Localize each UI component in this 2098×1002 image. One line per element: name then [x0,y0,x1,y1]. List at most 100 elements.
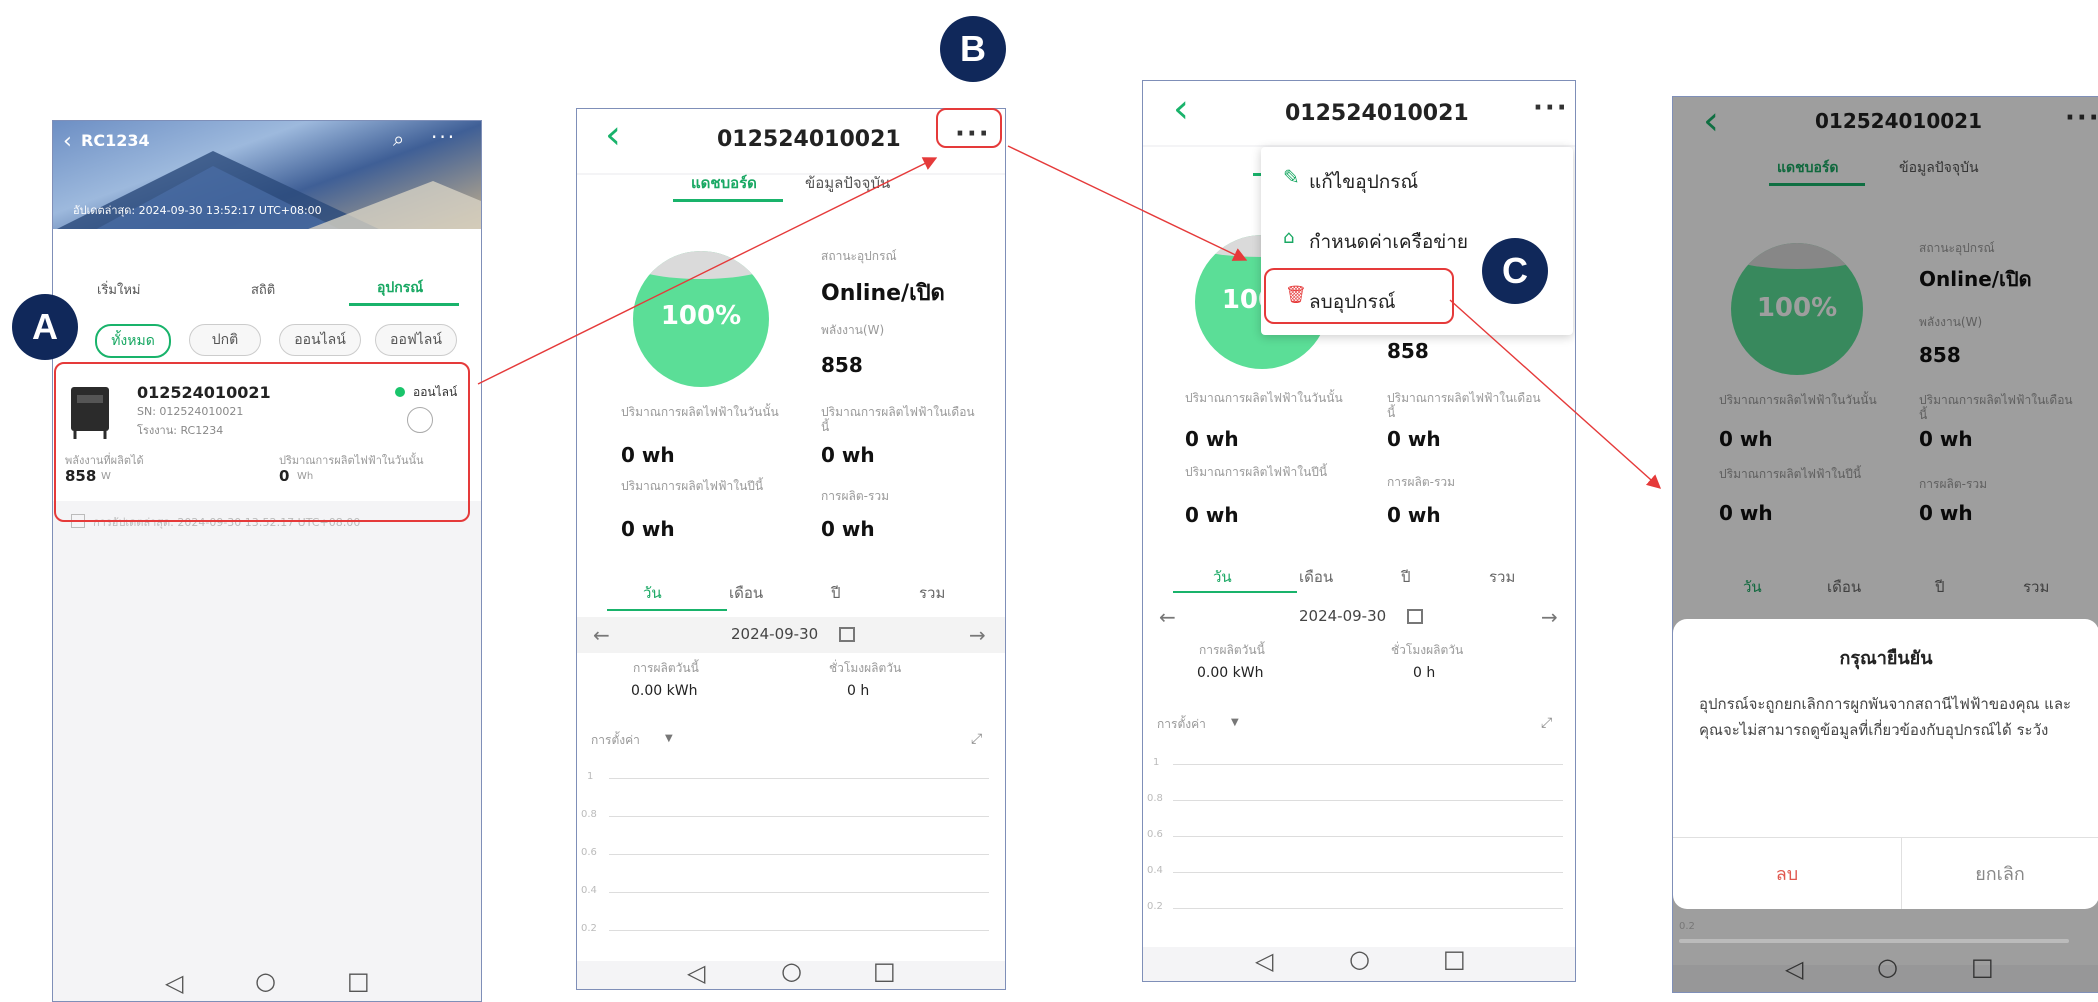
more-menu-button[interactable]: ··· [1533,95,1569,121]
fullscreen-icon[interactable]: ⤢ [1541,715,1552,731]
day-production-value: 0.00 kWh [631,683,698,699]
chevron-down-icon[interactable]: ▼ [1231,717,1239,728]
production-hours-label: ชั่วโมงผลิตวัน [829,661,902,675]
back-button[interactable]: ‹ [1173,89,1189,129]
year-label: ปริมาณการผลิตไฟฟ้าในปีนี้ [621,479,764,493]
nav-recents-icon[interactable]: □ [873,957,896,985]
tab-dashboard[interactable]: แดชบอร์ด [691,171,757,195]
period-tab-month[interactable]: เดือน [729,581,763,605]
year-value: 0 wh [621,517,675,541]
prev-date-arrow-icon[interactable]: ← [593,623,610,647]
gridline-04 [609,892,989,893]
y-tick-06: 0.6 [581,847,597,858]
status-label: สถานะอุปกรณ์ [821,249,897,263]
nav-recents-icon[interactable]: □ [1443,945,1466,973]
total-value: 0 wh [1387,503,1441,527]
period-tab-day[interactable]: วัน [643,581,662,605]
cancel-button[interactable]: ยกเลิก [1901,859,2098,888]
settings-dropdown[interactable]: การตั้งค่า [1157,717,1206,732]
nav-recents-icon[interactable]: □ [1971,953,1994,981]
period-tab-total[interactable]: รวม [1489,565,1515,589]
today-value: 0 wh [621,443,675,467]
power-label: พลังงาน(W) [821,323,885,337]
screen-plant-devices: ‹ RC1234 ⌕ ··· อัปเดตล่าสุด: 2024-09-30 … [52,120,482,1002]
today-label: ปริมาณการผลิตไฟฟ้าในวันนั้น [621,405,779,419]
calendar-icon[interactable] [1407,609,1423,624]
tab-current-data[interactable]: ข้อมูลปัจจุบัน [805,171,890,195]
status-gauge: 100% [633,251,769,387]
year-value: 0 wh [1185,503,1239,527]
nav-back-icon[interactable]: ◁ [1255,947,1273,975]
current-date[interactable]: 2024-09-30 [1299,607,1386,625]
gridline-1 [609,778,989,779]
nav-home-icon[interactable]: ○ [1877,953,1898,981]
period-tab-year[interactable]: ปี [1401,565,1411,589]
device-title: 012524010021 [717,127,901,152]
highlight-more-button [936,108,1002,148]
menu-item-edit-device[interactable]: แก้ไขอุปกรณ์ [1309,167,1418,197]
calendar-icon[interactable] [839,627,855,642]
filter-all[interactable]: ทั้งหมด [95,324,171,358]
scroll-indicator [1679,939,2069,943]
settings-dropdown[interactable]: การตั้งค่า [591,733,640,748]
nav-back-icon[interactable]: ◁ [1785,955,1803,983]
device-title: 012524010021 [1285,101,1469,126]
period-tab-underline [1173,591,1297,593]
edit-pencil-icon: ✎ [1283,165,1300,189]
gridline-02 [609,930,989,931]
y-tick-04: 0.4 [581,885,597,896]
prev-date-arrow-icon[interactable]: ← [1159,605,1176,629]
gridline-06 [1173,836,1563,837]
tab-statistics[interactable]: สถิติ [251,279,275,300]
filter-offline[interactable]: ออฟไลน์ [375,324,457,356]
day-production-label: การผลิตวันนี้ [633,661,699,675]
nav-recents-icon[interactable]: □ [347,967,370,995]
nav-back-icon[interactable]: ◁ [165,969,183,997]
total-label: การผลิต-รวม [821,489,890,503]
month-label: ปริมาณการผลิตไฟฟ้าในเดือนนี้ [1387,391,1541,420]
day-production-label: การผลิตวันนี้ [1199,643,1265,657]
back-button[interactable]: ‹ [63,129,72,154]
period-tab-month[interactable]: เดือน [1299,565,1333,589]
filter-normal[interactable]: ปกติ [189,324,261,356]
month-label: ปริมาณการผลิตไฟฟ้าในเดือนนี้ [821,405,975,434]
filter-online[interactable]: ออนไลน์ [279,324,361,356]
total-label: การผลิต-รวม [1387,475,1456,489]
search-icon[interactable]: ⌕ [393,127,404,151]
gridline-02 [1173,908,1563,909]
production-hours-label: ชั่วโมงผลิตวัน [1391,643,1464,657]
gridline-08 [609,816,989,817]
period-tab-year[interactable]: ปี [831,581,841,605]
fullscreen-icon[interactable]: ⤢ [971,731,982,747]
more-menu-button[interactable]: ··· [431,125,456,149]
y-tick-02: 0.2 [1679,921,1695,932]
today-value: 0 wh [1185,427,1239,451]
nav-home-icon[interactable]: ○ [781,957,802,985]
last-update-text: อัปเดตล่าสุด: 2024-09-30 13:52:17 UTC+08… [73,204,322,217]
production-hours-value: 0 h [847,683,870,699]
y-tick-1: 1 [587,771,594,782]
nav-home-icon[interactable]: ○ [1349,945,1370,973]
next-date-arrow-icon[interactable]: → [1541,605,1558,629]
y-tick-02: 0.2 [581,923,597,934]
y-tick-04: 0.4 [1147,865,1163,876]
month-value: 0 wh [821,443,875,467]
chevron-down-icon[interactable]: ▼ [665,733,673,744]
dialog-title: กรุณายืนยัน [1839,648,1933,669]
nav-back-icon[interactable]: ◁ [687,959,705,987]
tab-restart[interactable]: เริ่มใหม่ [97,279,140,300]
tab-devices[interactable]: อุปกรณ์ [377,277,423,299]
menu-item-network-config[interactable]: กำหนดค่าเครือข่าย [1309,227,1468,257]
current-date[interactable]: 2024-09-30 [731,625,818,643]
plant-title: RC1234 [81,131,150,150]
nav-home-icon[interactable]: ○ [255,967,276,995]
next-date-arrow-icon[interactable]: → [969,623,986,647]
back-button[interactable]: ‹ [605,115,621,155]
y-tick-08: 0.8 [1147,793,1163,804]
period-tab-day[interactable]: วัน [1213,565,1232,589]
delete-confirm-button[interactable]: ลบ [1673,859,1901,888]
production-hours-value: 0 h [1413,665,1436,681]
period-tab-total[interactable]: รวม [919,581,945,605]
year-label: ปริมาณการผลิตไฟฟ้าในปีนี้ [1185,465,1328,479]
month-value: 0 wh [1387,427,1441,451]
